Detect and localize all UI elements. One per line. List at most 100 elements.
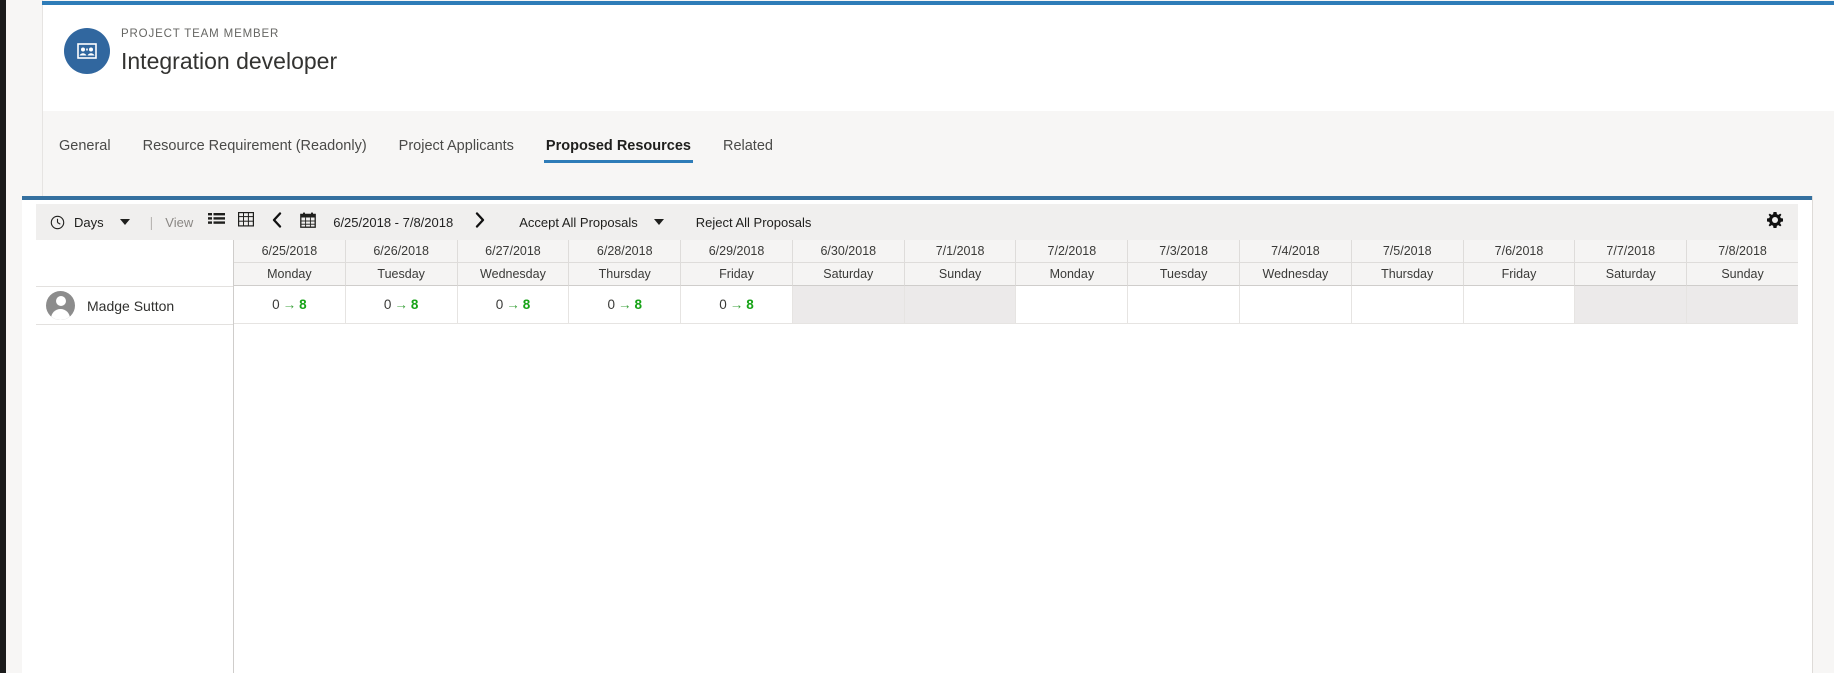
timeline-day-cell: Tuesday [1128,263,1241,286]
timeline-date-cell: 6/26/2018 [345,240,458,263]
arrow-icon [1628,297,1634,312]
timeline-day-cell: Saturday [792,263,905,286]
tab-resource-requirement[interactable]: Resource Requirement (Readonly) [127,138,383,163]
timeline-empty-area [234,324,1798,672]
arrow-icon [957,297,963,312]
arrow-icon: → [729,297,744,312]
timeline-day-cell: Monday [1016,263,1129,286]
arrow-icon: → [394,297,408,312]
grid-view-button[interactable] [231,208,261,236]
timeline-date-cell: 6/29/2018 [681,240,793,263]
reject-all-proposals-button[interactable]: Reject All Proposals [690,208,818,236]
timeline-date-cell: 7/7/2018 [1575,240,1688,263]
page-title: Integration developer [121,48,338,74]
timeline-day-cell: Sunday [904,263,1017,286]
timeline-date-cell: 7/2/2018 [1016,240,1129,263]
arrow-icon: → [282,297,297,312]
tab-related-label: Related [722,138,773,154]
hours-to: 8 [410,297,419,312]
toolbar-separator: | [149,214,154,230]
arrow-icon [1292,297,1298,312]
hours-to: 8 [299,297,307,312]
proposal-cell[interactable] [1240,286,1352,324]
timeline-day-cell: Tuesday [345,263,458,286]
timeline-day-cell: Sunday [1687,263,1798,286]
proposal-cell[interactable] [1687,286,1798,324]
person-avatar-icon [46,291,75,320]
resource-column-header [36,240,233,287]
scheduler-grid: Madge Sutton 6/25/2018 6/26/2018 6/27/20… [36,240,1798,673]
timeline-date-header-row: 6/25/2018 6/26/2018 6/27/2018 6/28/2018 … [234,240,1798,263]
proposal-cell[interactable]: 0 → 8 [234,286,346,324]
record-header-text: PROJECT TEAM MEMBER Integration develope… [121,27,337,77]
chevron-right-icon [474,211,485,233]
reject-all-proposals-label: Reject All Proposals [695,214,812,230]
proposal-cell[interactable] [1128,286,1241,324]
arrow-icon [845,297,851,312]
timeline-column: 6/25/2018 6/26/2018 6/27/2018 6/28/2018 … [234,240,1798,673]
arrow-icon [1740,297,1746,312]
clock-icon [46,211,68,233]
timeline-day-header-row: Monday Tuesday Wednesday Thursday Friday… [234,263,1798,286]
chevron-down-icon[interactable] [119,219,130,225]
resource-column: Madge Sutton [36,240,234,673]
grid-view-icon [238,212,255,232]
panel-right-gutter [1812,196,1834,673]
view-label: View [165,214,194,230]
proposal-cell[interactable] [1016,286,1129,324]
timeline-date-cell: 6/30/2018 [792,240,905,263]
timeline-date-cell: 7/5/2018 [1351,240,1464,263]
table-row[interactable]: Madge Sutton [36,287,233,325]
timeline-day-cell: Wednesday [1240,263,1352,286]
tab-general[interactable]: General [43,138,127,163]
tab-project-applicants[interactable]: Project Applicants [383,138,530,163]
record-type-label: PROJECT TEAM MEMBER [121,28,280,40]
proposal-cell[interactable]: 0 → 8 [345,286,458,324]
date-picker-button[interactable] [293,208,323,236]
tab-general-label: General [59,138,111,154]
tab-proposed-resources[interactable]: Proposed Resources [530,138,707,163]
next-period-button[interactable] [463,208,495,236]
date-range-label[interactable]: 6/25/2018 - 7/8/2018 [323,215,463,230]
resource-column-empty-area [36,325,233,673]
tab-related[interactable]: Related [707,138,789,163]
scheduler-settings-button[interactable] [1762,209,1788,235]
proposal-cell[interactable] [1463,286,1576,324]
app-root: PROJECT TEAM MEMBER Integration develope… [0,0,1834,673]
previous-period-button[interactable] [261,208,293,236]
proposal-cell[interactable] [792,286,905,324]
list-view-button[interactable] [201,208,231,236]
timeline-day-cell: Friday [1463,263,1576,286]
chevron-left-icon [272,211,283,233]
calendar-icon [300,212,317,233]
proposal-cell[interactable]: 0 → 8 [457,286,570,324]
accept-all-chevron-down-icon[interactable] [653,219,664,225]
tab-project-applicants-label: Project Applicants [398,138,514,154]
time-scale-selector[interactable]: Days [46,208,140,236]
timeline-day-cell: Monday [234,263,346,286]
hours-to: 8 [634,297,642,312]
hours-to: 8 [522,297,531,312]
gear-icon [1767,211,1783,233]
arrow-icon [1181,297,1187,312]
list-view-icon [207,212,225,232]
proposal-cell[interactable]: 0 → 8 [569,286,682,324]
timeline-date-cell: 6/27/2018 [457,240,570,263]
timeline-date-cell: 7/6/2018 [1463,240,1576,263]
proposal-cell[interactable] [1575,286,1688,324]
proposal-cell[interactable]: 0 → 8 [681,286,793,324]
accept-all-proposals-button[interactable]: Accept All Proposals [513,208,674,236]
arrow-icon: → [506,297,520,312]
timeline-date-cell: 7/1/2018 [904,240,1017,263]
tab-list: General Resource Requirement (Readonly) … [21,121,789,163]
tab-proposed-resources-label: Proposed Resources [545,138,691,154]
record-type-icon-badge [64,28,110,74]
timeline-date-cell: 7/3/2018 [1128,240,1241,263]
proposal-cell[interactable] [1351,286,1464,324]
proposal-cell[interactable] [904,286,1017,324]
arrow-icon [1516,297,1522,312]
scheduler-panel: Days | View 6/25/2018 - 7/8/2018 Accept … [22,196,1812,673]
hours-from: 0 [607,297,615,312]
accept-all-proposals-label: Accept All Proposals [519,214,638,230]
timeline-day-cell: Thursday [569,263,682,286]
